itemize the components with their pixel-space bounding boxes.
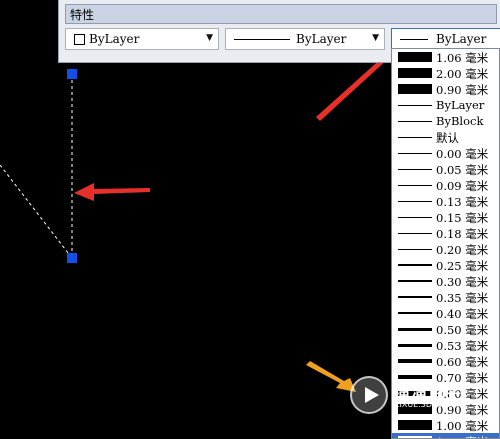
lineweight-sample bbox=[398, 328, 432, 331]
lineweight-option-label: 0.53 毫米 bbox=[436, 339, 489, 353]
grip-bottom[interactable] bbox=[67, 253, 77, 263]
lineweight-option-label: 0.18 毫米 bbox=[436, 227, 489, 241]
lineweight-option[interactable]: 0.30 毫米 bbox=[392, 273, 499, 289]
lineweight-option-label: 0.50 毫米 bbox=[436, 323, 489, 337]
lineweight-option[interactable]: 0.05 毫米 bbox=[392, 161, 499, 177]
panel-title: 特性 bbox=[65, 4, 497, 24]
lineweight-option-label: 0.09 毫米 bbox=[436, 179, 489, 193]
watermark-logo: 溜溜自学 ZIXUE.3D66.COM bbox=[344, 370, 472, 422]
lineweight-sample bbox=[398, 249, 432, 250]
lineweight-sample bbox=[398, 84, 432, 94]
lineweight-option-label: 0.05 毫米 bbox=[436, 163, 489, 177]
lineweight-option[interactable]: ByBlock bbox=[392, 113, 499, 129]
lineweight-option[interactable]: 0.18 毫米 bbox=[392, 225, 499, 241]
lineweight-sample bbox=[398, 344, 432, 347]
lineweight-sample bbox=[398, 296, 432, 298]
lineweight-option[interactable]: 2.00 毫米 bbox=[392, 65, 499, 81]
lineweight-sample bbox=[398, 121, 432, 122]
color-value: ByLayer bbox=[89, 32, 140, 46]
watermark-url: ZIXUE.3D66.COM bbox=[394, 400, 464, 409]
lineweight-option-label: 0.00 毫米 bbox=[436, 147, 489, 161]
lineweight-option[interactable]: 0.90 毫米 bbox=[392, 81, 499, 97]
lineweight-option-label: 0.40 毫米 bbox=[436, 307, 489, 321]
lineweight-sample bbox=[398, 137, 432, 138]
lineweight-option[interactable]: 0.25 毫米 bbox=[392, 257, 499, 273]
lineweight-option[interactable]: 0.20 毫米 bbox=[392, 241, 499, 257]
lineweight-option-label: 0.60 毫米 bbox=[436, 355, 489, 369]
lineweight-option[interactable]: 0.50 毫米 bbox=[392, 321, 499, 337]
diagonal-dashed-line[interactable] bbox=[0, 164, 73, 259]
lineweight-option-label: ByLayer bbox=[436, 98, 485, 112]
lineweight-option-label: 0.25 毫米 bbox=[436, 259, 489, 273]
play-icon bbox=[350, 376, 388, 414]
watermark-title: 溜溜自学 bbox=[394, 382, 463, 401]
lineweight-option[interactable]: 0.15 毫米 bbox=[392, 209, 499, 225]
lineweight-option[interactable]: 0.53 毫米 bbox=[392, 337, 499, 353]
lineweight-option[interactable]: 0.00 毫米 bbox=[392, 145, 499, 161]
lineweight-sample bbox=[398, 105, 432, 106]
lineweight-option-label: 0.30 毫米 bbox=[436, 275, 489, 289]
lineweight-option-label: 1.06 毫米 bbox=[436, 434, 488, 438]
lineweight-option-label: ByBlock bbox=[436, 114, 484, 128]
lineweight-option[interactable]: 0.13 毫米 bbox=[392, 193, 499, 209]
lineweight-option-label: 0.90 毫米 bbox=[436, 83, 489, 97]
linetype-value: ByLayer bbox=[296, 32, 347, 46]
lineweight-sample bbox=[398, 201, 432, 202]
lineweight-sample bbox=[398, 68, 432, 78]
lineweight-option-label: 默认 bbox=[436, 131, 459, 145]
lineweight-sample bbox=[398, 359, 432, 363]
lineweight-option-label: 0.15 毫米 bbox=[436, 211, 489, 225]
lineweight-sample bbox=[398, 217, 432, 218]
chevron-down-icon: ▼ bbox=[372, 33, 379, 43]
lineweight-option-label: 2.00 毫米 bbox=[436, 67, 489, 81]
lineweight-sample bbox=[398, 280, 432, 282]
lineweight-option[interactable]: 0.40 毫米 bbox=[392, 305, 499, 321]
lineweight-option-label: 0.13 毫米 bbox=[436, 195, 489, 209]
lineweight-dropdown[interactable]: ByLayer bbox=[391, 28, 500, 50]
lineweight-sample bbox=[398, 153, 432, 154]
lineweight-sample bbox=[400, 39, 428, 40]
color-swatch-icon bbox=[74, 34, 85, 45]
linetype-sample bbox=[234, 39, 290, 40]
lineweight-option[interactable]: 0.35 毫米 bbox=[392, 289, 499, 305]
lineweight-option[interactable]: 0.09 毫米 bbox=[392, 177, 499, 193]
lineweight-option[interactable]: ByLayer bbox=[392, 97, 499, 113]
grip-top[interactable] bbox=[67, 69, 77, 79]
chevron-down-icon: ▼ bbox=[206, 33, 213, 43]
lineweight-option-label: 1.06 毫米 bbox=[436, 51, 489, 65]
lineweight-option-label: 0.20 毫米 bbox=[436, 243, 489, 257]
lineweight-option[interactable]: 1.06 毫米 bbox=[392, 49, 499, 65]
lineweight-sample bbox=[398, 185, 432, 186]
color-dropdown[interactable]: ByLayer ▼ bbox=[65, 28, 219, 50]
red-arrow-left bbox=[74, 183, 150, 201]
lineweight-option[interactable]: 1.06 毫米 bbox=[392, 433, 499, 438]
lineweight-option-label: 0.35 毫米 bbox=[436, 291, 489, 305]
lineweight-sample bbox=[398, 312, 432, 314]
lineweight-sample bbox=[398, 233, 432, 234]
lineweight-option[interactable]: 默认 bbox=[392, 129, 499, 145]
lineweight-value: ByLayer bbox=[436, 32, 487, 46]
linetype-dropdown[interactable]: ByLayer ▼ bbox=[225, 28, 385, 50]
lineweight-sample bbox=[398, 264, 432, 266]
lineweight-option[interactable]: 0.60 毫米 bbox=[392, 353, 499, 369]
lineweight-sample bbox=[398, 169, 432, 170]
lineweight-sample bbox=[398, 52, 432, 62]
